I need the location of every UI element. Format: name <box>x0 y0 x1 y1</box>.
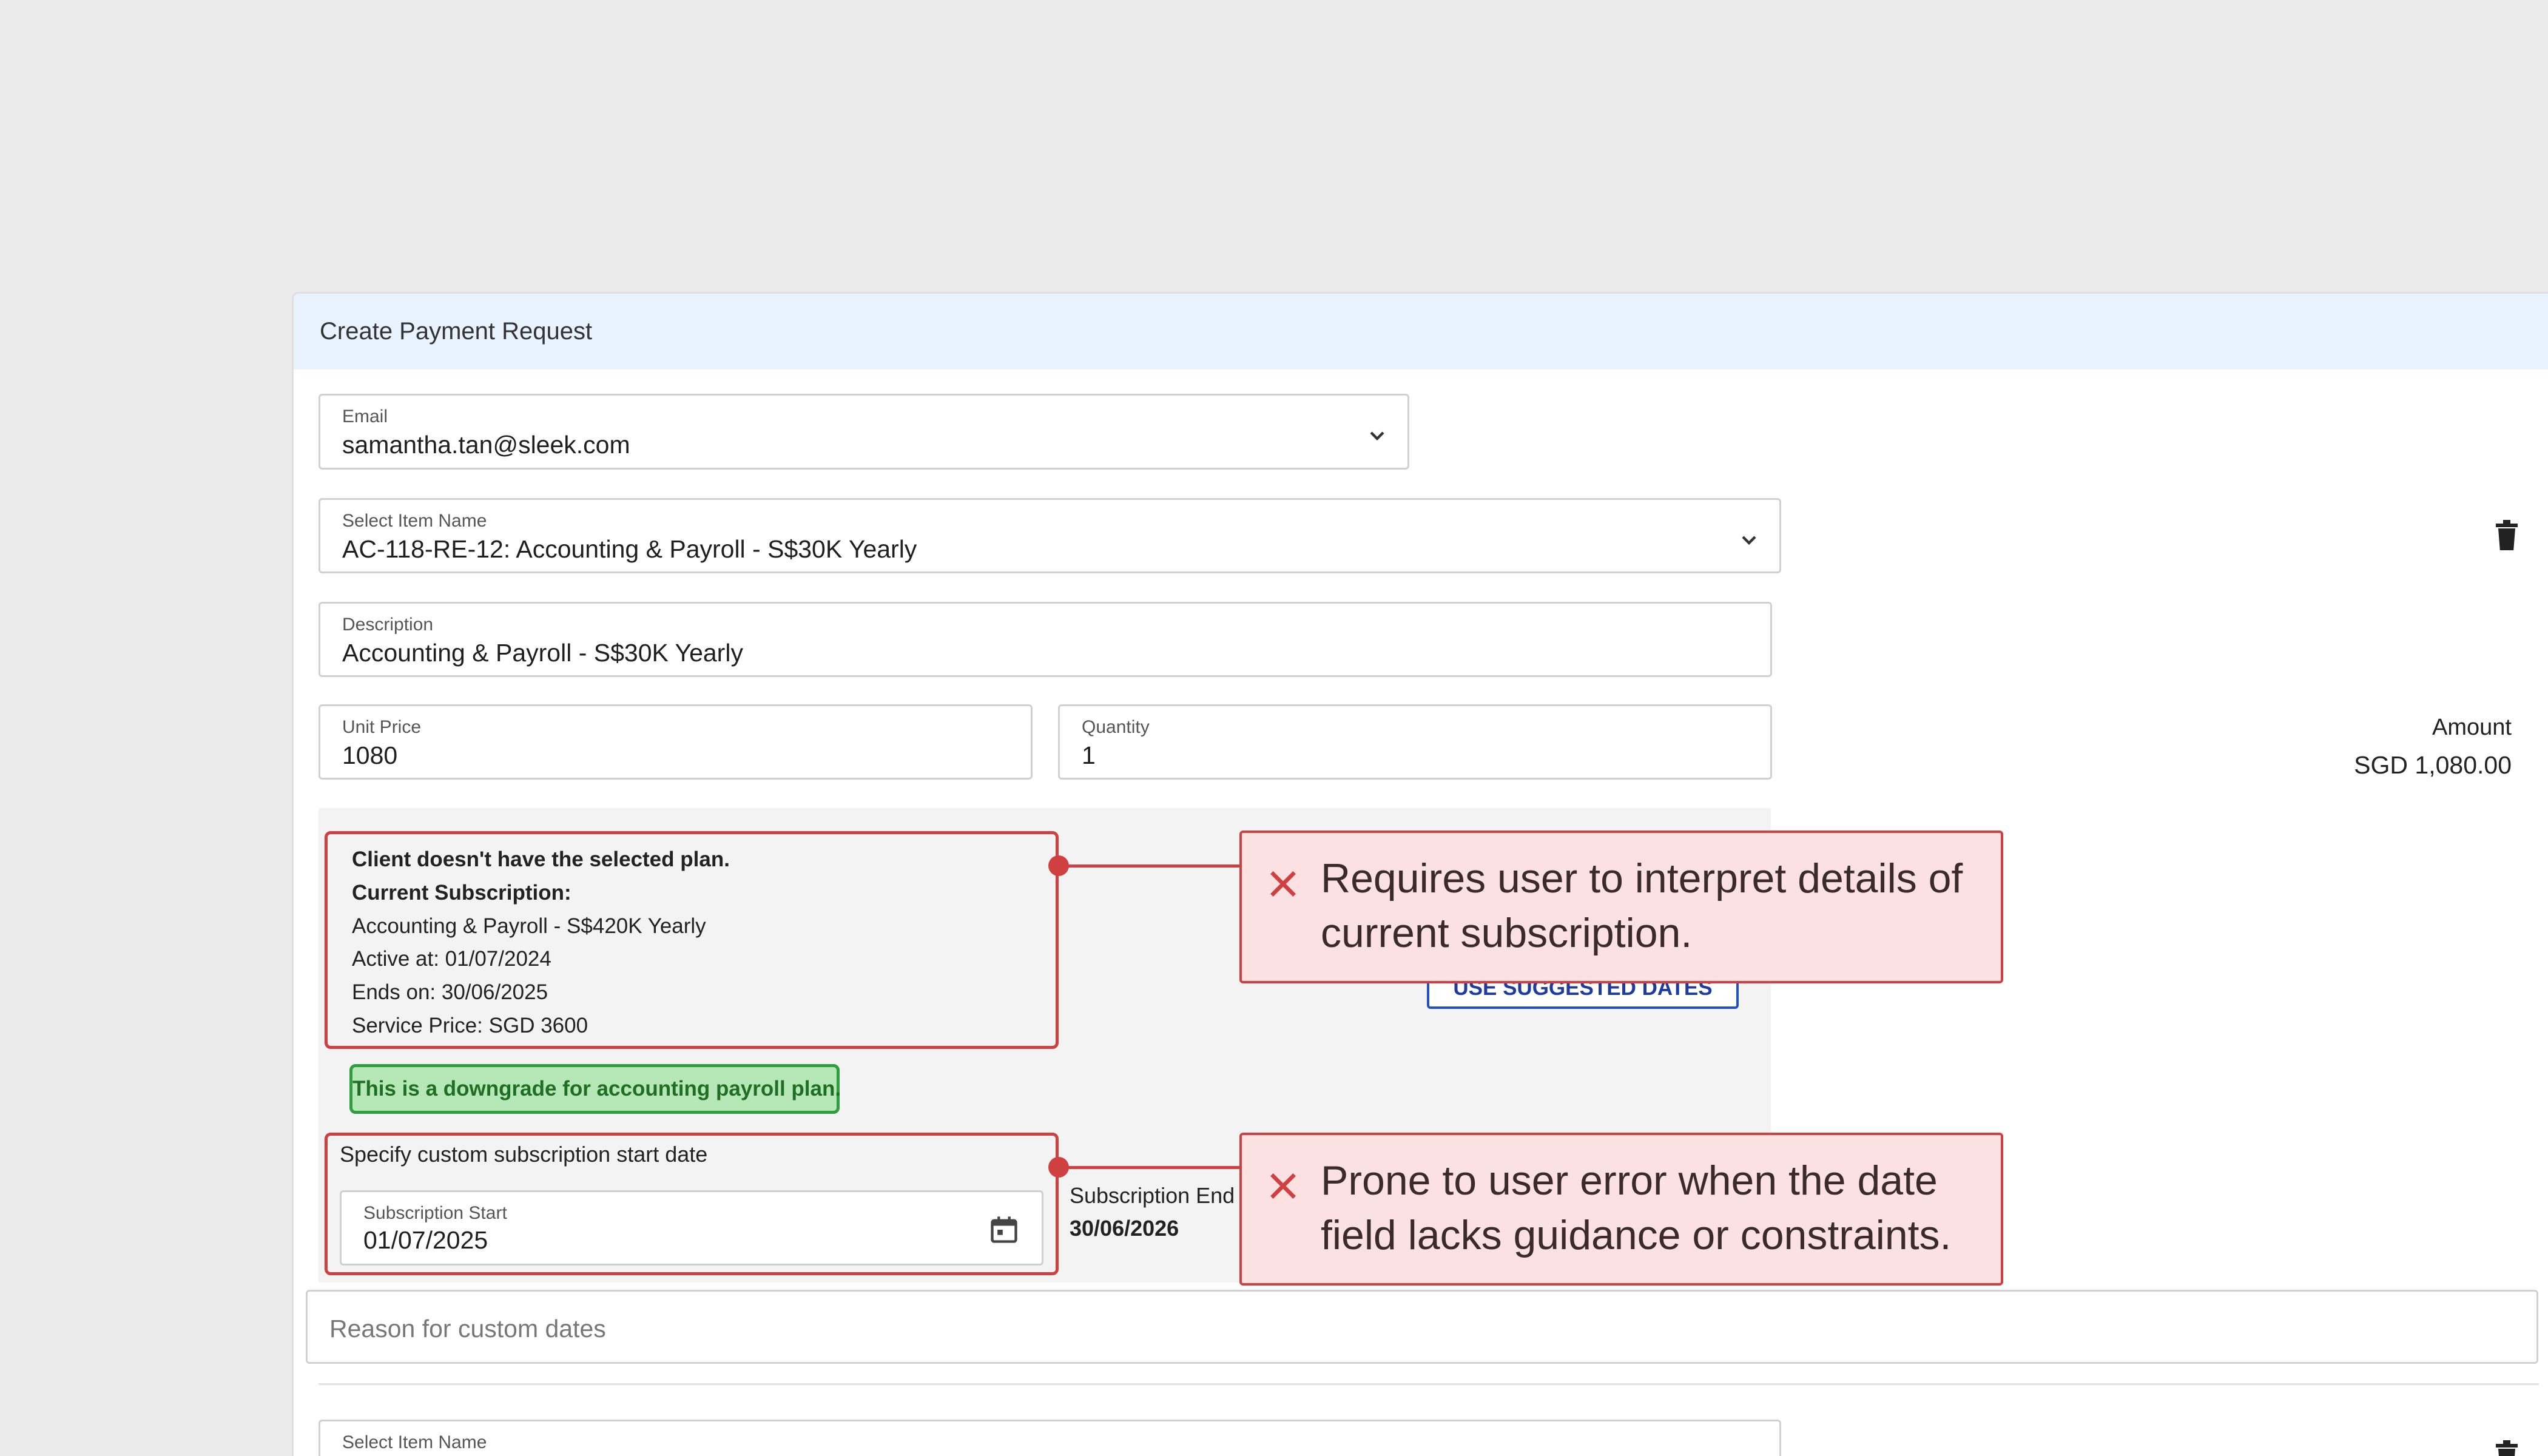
unit-price-value: 1080 <box>342 741 398 769</box>
item-name-label: Select Item Name <box>342 511 487 531</box>
annotation-connector-2 <box>1059 1166 1241 1169</box>
chevron-down-icon[interactable] <box>1737 528 1761 552</box>
annotation-text-2: Prone to user error when the date field … <box>1321 1158 1952 1258</box>
ends-on: Ends on: 30/06/2025 <box>352 980 548 1004</box>
unit-price-label: Unit Price <box>342 717 422 737</box>
email-value: samantha.tan@sleek.com <box>342 431 630 459</box>
subscription-end-value: 30/06/2026 <box>1070 1216 1179 1241</box>
item-name-label-2: Select Item Name <box>342 1432 487 1452</box>
quantity-label: Quantity <box>1082 717 1150 737</box>
amount-value: SGD 1,080.00 <box>2354 751 2512 779</box>
custom-start-date-section: Specify custom subscription start date S… <box>325 1133 1059 1275</box>
description-value: Accounting & Payroll - S$30K Yearly <box>342 639 743 667</box>
calendar-icon[interactable] <box>988 1214 1020 1245</box>
close-icon <box>1270 871 1296 897</box>
service-price: Service Price: SGD 3600 <box>352 1014 588 1037</box>
quantity-value: 1 <box>1082 741 1096 769</box>
unit-price-field[interactable]: Unit Price 1080 <box>318 704 1033 780</box>
annotation-dot-2 <box>1048 1157 1069 1178</box>
reason-placeholder: Reason for custom dates <box>329 1315 606 1343</box>
item-name-select-2[interactable]: Select Item Name <box>318 1420 1781 1456</box>
custom-start-date-title: Specify custom subscription start date <box>340 1142 708 1167</box>
panel-header: Create Payment Request <box>294 294 2548 369</box>
trash-icon[interactable] <box>2495 520 2519 551</box>
email-label: Email <box>342 406 388 426</box>
description-label: Description <box>342 615 434 635</box>
reason-for-custom-dates-input[interactable]: Reason for custom dates <box>306 1290 2538 1364</box>
chevron-down-icon[interactable] <box>1365 423 1389 448</box>
subscription-start-label: Subscription Start <box>363 1203 507 1223</box>
section-divider <box>318 1383 2539 1385</box>
current-plan: Accounting & Payroll - S$420K Yearly <box>352 914 706 938</box>
downgrade-badge: This is a downgrade for accounting payro… <box>349 1064 841 1114</box>
current-subscription-info: Client doesn't have the selected plan. C… <box>325 831 1059 1049</box>
amount-label: Amount <box>2432 715 2512 740</box>
subscription-start-value: 01/07/2025 <box>363 1226 488 1254</box>
email-select[interactable]: Email samantha.tan@sleek.com <box>318 394 1409 470</box>
item-name-select[interactable]: Select Item Name AC-118-RE-12: Accountin… <box>318 498 1781 573</box>
active-at: Active at: 01/07/2024 <box>352 947 551 971</box>
subscription-end-label: Subscription End <box>1070 1183 1235 1208</box>
annotation-callout-1: Requires user to interpret details of cu… <box>1239 831 2003 983</box>
description-field[interactable]: Description Accounting & Payroll - S$30K… <box>318 602 1772 677</box>
annotation-connector-1 <box>1059 864 1241 868</box>
current-subscription-label: Current Subscription: <box>352 881 571 905</box>
quantity-field[interactable]: Quantity 1 <box>1058 704 1772 780</box>
close-icon <box>1270 1173 1296 1199</box>
annotation-text-1: Requires user to interpret details of cu… <box>1321 855 1963 956</box>
chevron-down-icon[interactable] <box>1737 1449 1761 1456</box>
annotation-callout-2: Prone to user error when the date field … <box>1239 1133 2003 1286</box>
item-name-value: AC-118-RE-12: Accounting & Payroll - S$3… <box>342 535 917 563</box>
annotation-dot-1 <box>1048 855 1069 876</box>
subscription-notice: Client doesn't have the selected plan. <box>352 848 730 871</box>
subscription-start-field[interactable]: Subscription Start 01/07/2025 <box>340 1190 1043 1266</box>
panel-title: Create Payment Request <box>320 318 593 345</box>
trash-icon[interactable] <box>2495 1440 2519 1456</box>
